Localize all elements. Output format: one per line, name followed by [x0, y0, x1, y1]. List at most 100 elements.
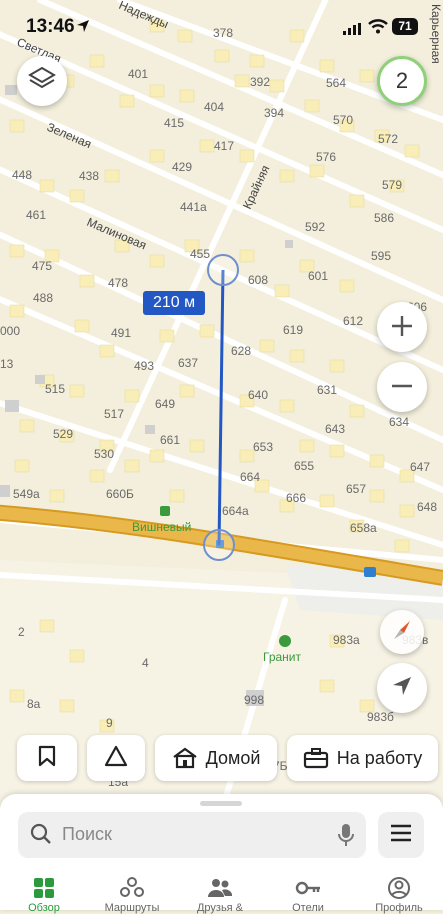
- poi-label: Вишневый: [132, 520, 191, 534]
- svg-text:648: 648: [417, 500, 437, 514]
- sheet-handle[interactable]: [200, 801, 242, 806]
- svg-text:491: 491: [111, 326, 131, 340]
- svg-text:493: 493: [134, 359, 154, 373]
- friends-icon: [176, 876, 264, 900]
- svg-text:000: 000: [0, 324, 20, 338]
- svg-text:983б: 983б: [367, 710, 394, 724]
- tab-profile[interactable]: Профиль: [355, 872, 443, 914]
- svg-text:4: 4: [142, 656, 149, 670]
- svg-text:392: 392: [250, 75, 270, 89]
- svg-text:657: 657: [346, 482, 366, 496]
- svg-text:475: 475: [32, 259, 52, 273]
- svg-text:517: 517: [104, 407, 124, 421]
- svg-text:415: 415: [164, 116, 184, 130]
- cellular-signal-icon: [343, 22, 363, 40]
- svg-text:664а: 664а: [222, 504, 249, 518]
- svg-text:438: 438: [79, 169, 99, 183]
- tab-overview[interactable]: Обзор: [0, 872, 88, 914]
- layers-icon: [28, 66, 56, 97]
- tab-label: Отели: [292, 902, 324, 914]
- battery-indicator: 71: [392, 18, 418, 35]
- svg-text:631: 631: [317, 383, 337, 397]
- clock: 13:46: [26, 16, 75, 37]
- svg-text:608: 608: [248, 273, 268, 287]
- work-route-label: На работу: [336, 747, 423, 768]
- search-placeholder: Поиск: [62, 824, 112, 844]
- svg-text:998: 998: [244, 693, 264, 707]
- svg-text:634: 634: [389, 415, 409, 429]
- minus-icon: [390, 368, 414, 407]
- tab-label: Маршруты: [104, 902, 160, 914]
- menu-button[interactable]: [378, 812, 424, 858]
- quick-actions-row: Домой На работу: [0, 735, 443, 781]
- svg-text:417: 417: [214, 139, 234, 153]
- svg-text:441а: 441а: [180, 200, 207, 214]
- wifi-icon: [368, 19, 388, 39]
- compass-icon: [390, 618, 414, 647]
- svg-text:637: 637: [178, 356, 198, 370]
- svg-text:601: 601: [308, 269, 328, 283]
- svg-text:661: 661: [160, 433, 180, 447]
- svg-text:8а: 8а: [27, 697, 41, 711]
- svg-text:9: 9: [106, 716, 113, 730]
- svg-text:429: 429: [172, 160, 192, 174]
- search-icon: [30, 823, 52, 850]
- route-icon: [88, 876, 176, 900]
- bookmarks-button[interactable]: [17, 735, 77, 781]
- svg-text:461: 461: [26, 208, 46, 222]
- svg-text:576: 576: [316, 150, 336, 164]
- svg-text:983а: 983а: [333, 633, 360, 647]
- tab-label: Профиль: [375, 902, 423, 914]
- svg-text:658а: 658а: [350, 521, 377, 535]
- svg-text:649: 649: [155, 397, 175, 411]
- svg-text:488: 488: [33, 291, 53, 305]
- compass-button[interactable]: [380, 610, 424, 654]
- svg-text:586: 586: [374, 211, 394, 225]
- svg-text:655: 655: [294, 459, 314, 473]
- layers-button[interactable]: [17, 56, 67, 106]
- tab-label: Обзор: [28, 902, 60, 914]
- plus-icon: [390, 308, 414, 347]
- my-location-button[interactable]: [377, 663, 427, 713]
- work-route-button[interactable]: На работу: [287, 735, 438, 781]
- svg-text:647: 647: [410, 460, 430, 474]
- svg-text:595: 595: [371, 249, 391, 263]
- svg-text:529: 529: [53, 427, 73, 441]
- svg-text:570: 570: [333, 113, 353, 127]
- search-input[interactable]: Поиск: [18, 812, 366, 858]
- svg-text:572: 572: [378, 132, 398, 146]
- svg-text:579: 579: [382, 178, 402, 192]
- svg-text:515: 515: [45, 382, 65, 396]
- tab-routes[interactable]: Маршруты: [88, 872, 176, 914]
- navigation-triangle-icon: [104, 745, 128, 772]
- zoom-out-button[interactable]: [377, 362, 427, 412]
- svg-text:592: 592: [305, 220, 325, 234]
- svg-text:628: 628: [231, 344, 251, 358]
- counter-badge-button[interactable]: 2: [377, 56, 427, 106]
- poi-label: Гранит: [263, 650, 302, 664]
- svg-text:619: 619: [283, 323, 303, 337]
- navigation-arrow-icon: [390, 674, 414, 703]
- zoom-in-button[interactable]: [377, 302, 427, 352]
- svg-text:549а: 549а: [13, 487, 40, 501]
- svg-text:394: 394: [264, 106, 284, 120]
- tab-friends[interactable]: Друзья &: [176, 872, 264, 914]
- bottom-sheet: Поиск Обзор Маршруты Друзья & Отели Проф…: [0, 794, 443, 914]
- svg-text:643: 643: [325, 422, 345, 436]
- navigator-button[interactable]: [87, 735, 145, 781]
- bookmark-icon: [38, 745, 56, 772]
- profile-icon: [355, 876, 443, 900]
- svg-text:13: 13: [0, 357, 14, 371]
- svg-text:404: 404: [204, 100, 224, 114]
- svg-text:401: 401: [128, 67, 148, 81]
- svg-text:653: 653: [253, 440, 273, 454]
- home-route-button[interactable]: Домой: [155, 735, 277, 781]
- microphone-icon[interactable]: [338, 823, 354, 852]
- grid-icon: [0, 876, 88, 900]
- svg-text:564: 564: [326, 76, 346, 90]
- home-route-label: Домой: [205, 747, 261, 768]
- svg-text:640: 640: [248, 388, 268, 402]
- tab-hotels[interactable]: Отели: [264, 872, 352, 914]
- key-icon: [264, 876, 352, 900]
- svg-text:455: 455: [190, 247, 210, 261]
